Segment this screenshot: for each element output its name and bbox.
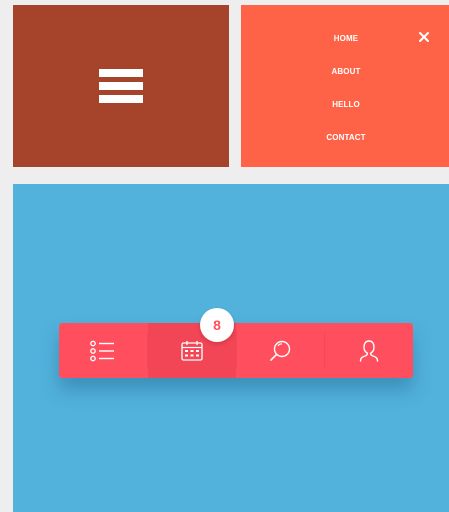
notification-badge: 8 bbox=[200, 308, 234, 342]
tab-bar bbox=[59, 323, 413, 378]
menu-item-contact[interactable]: CONTACT bbox=[241, 133, 449, 142]
tab-list[interactable] bbox=[59, 323, 148, 378]
tab-divider bbox=[324, 332, 325, 369]
tab-divider bbox=[147, 332, 148, 369]
tab-bar-demo-panel: 8 bbox=[13, 184, 449, 512]
hamburger-panel bbox=[13, 5, 229, 167]
tab-profile[interactable] bbox=[325, 323, 414, 378]
nav-menu-panel: HOME ABOUT HELLO CONTACT bbox=[241, 5, 449, 167]
menu-item-hello[interactable]: HELLO bbox=[241, 100, 449, 109]
tab-search[interactable] bbox=[236, 323, 325, 378]
tab-divider bbox=[236, 332, 237, 369]
menu-item-about[interactable]: ABOUT bbox=[241, 67, 449, 76]
hamburger-menu-icon[interactable] bbox=[99, 69, 143, 105]
close-icon[interactable] bbox=[417, 30, 431, 44]
